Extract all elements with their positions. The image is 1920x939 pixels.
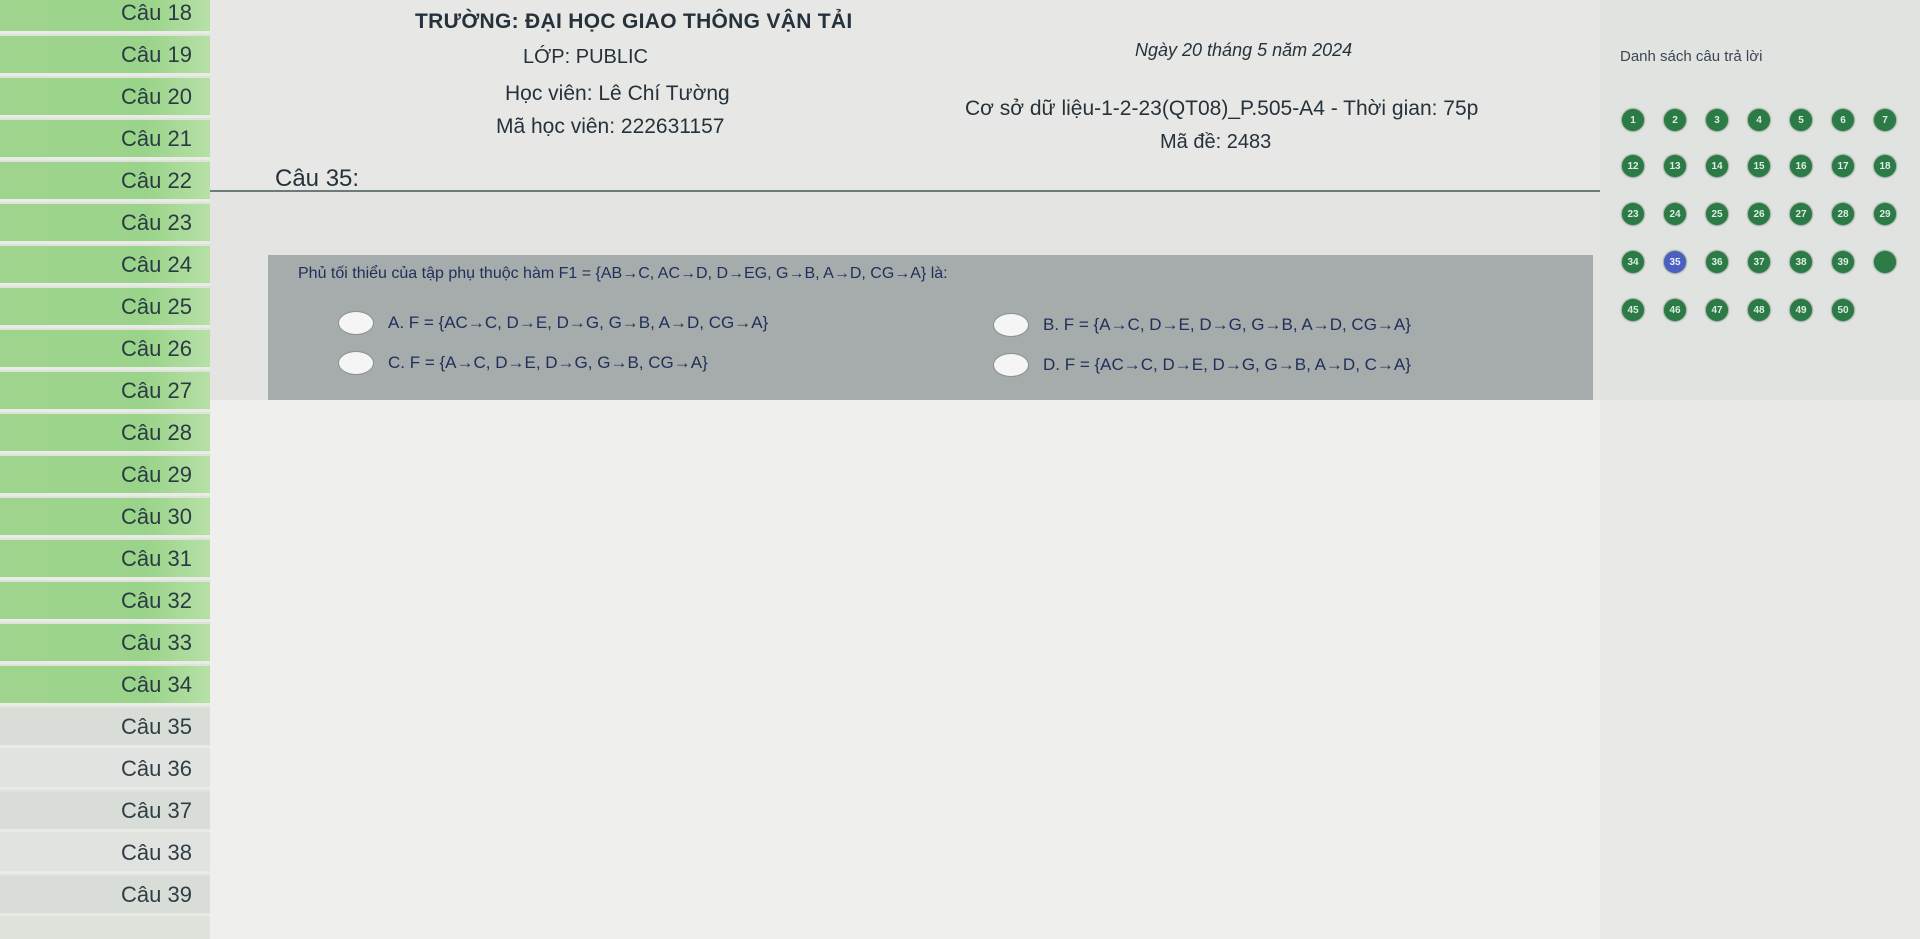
- exam-name: Cơ sở dữ liệu-1-2-23(QT08)_P.505-A4 - Th…: [965, 97, 1479, 120]
- sidebar-question-item[interactable]: Câu 24: [0, 246, 210, 286]
- sidebar-question-item[interactable]: Câu 23: [0, 204, 210, 244]
- answer-dot[interactable]: 16: [1790, 155, 1812, 177]
- school-name: TRƯỜNG: ĐẠI HỌC GIAO THÔNG VẬN TẢI: [415, 10, 853, 33]
- answer-dot[interactable]: [1874, 251, 1896, 273]
- option-d-label: D. F = {AC→C, D→E, D→G, G→B, A→D, C→A}: [1043, 355, 1411, 374]
- sidebar-question-item[interactable]: Câu 19: [0, 36, 210, 76]
- answer-dot[interactable]: 1: [1622, 109, 1644, 131]
- question-title: Câu 35:: [275, 165, 360, 192]
- sidebar-question-item[interactable]: Câu 18: [0, 0, 210, 34]
- option-a-radio[interactable]: [338, 311, 374, 335]
- answer-dot[interactable]: 3: [1706, 109, 1728, 131]
- answer-dot[interactable]: 39: [1832, 251, 1854, 273]
- option-c-label: C. F = {A→C, D→E, D→G, G→B, CG→A}: [388, 353, 708, 372]
- content-area: [210, 400, 1600, 939]
- option-c-radio[interactable]: [338, 351, 374, 375]
- sidebar-question-item[interactable]: Câu 26: [0, 330, 210, 370]
- sidebar-question-item[interactable]: Câu 25: [0, 288, 210, 328]
- sidebar-question-item[interactable]: Câu 32: [0, 582, 210, 622]
- answer-dot[interactable]: 45: [1622, 299, 1644, 321]
- exam-code: Mã đề: 2483: [1160, 131, 1272, 153]
- student-id: Mã học viên: 222631157: [496, 115, 725, 138]
- answer-dot[interactable]: 50: [1832, 299, 1854, 321]
- sidebar-question-item[interactable]: Câu 33: [0, 624, 210, 664]
- option-b-label: B. F = {A→C, D→E, D→G, G→B, A→D, CG→A}: [1043, 315, 1411, 334]
- answer-dot[interactable]: 27: [1790, 203, 1812, 225]
- sidebar-question-item[interactable]: Câu 36: [0, 750, 210, 790]
- sidebar-question-item[interactable]: Câu 37: [0, 792, 210, 832]
- answer-dot[interactable]: 7: [1874, 109, 1896, 131]
- answer-dot[interactable]: 35: [1664, 251, 1686, 273]
- question-stem: Phủ tối thiểu của tập phụ thuộc hàm F1 =…: [298, 265, 948, 282]
- student-name: Học viên: Lê Chí Tường: [505, 82, 730, 105]
- right-blank-area: [1600, 400, 1920, 939]
- option-d-radio[interactable]: [993, 353, 1029, 377]
- class-name: LỚP: PUBLIC: [523, 46, 648, 68]
- answer-dot[interactable]: 23: [1622, 203, 1644, 225]
- sidebar-question-item[interactable]: Câu 29: [0, 456, 210, 496]
- sidebar-question-item[interactable]: Câu 20: [0, 78, 210, 118]
- answer-dot[interactable]: 48: [1748, 299, 1770, 321]
- answer-dot[interactable]: 4: [1748, 109, 1770, 131]
- answer-dot[interactable]: 34: [1622, 251, 1644, 273]
- answer-list-panel: Danh sách câu trả lời 1 2 3 4 5 6 7 12 13 14 15 16 1…: [1600, 0, 1920, 400]
- sidebar-question-item[interactable]: Câu 21: [0, 120, 210, 160]
- exam-header: TRƯỜNG: ĐẠI HỌC GIAO THÔNG VẬN TẢI LỚP: …: [210, 0, 1600, 192]
- option-a-label: A. F = {AC→C, D→E, D→G, G→B, A→D, CG→A}: [388, 313, 769, 332]
- answer-dot[interactable]: 24: [1664, 203, 1686, 225]
- answer-dot[interactable]: 14: [1706, 155, 1728, 177]
- answer-dot[interactable]: 17: [1832, 155, 1854, 177]
- option-b-radio[interactable]: [993, 313, 1029, 337]
- option-d[interactable]: D. F = {AC→C, D→E, D→G, G→B, A→D, C→A}: [993, 353, 1411, 377]
- answer-dot[interactable]: 12: [1622, 155, 1644, 177]
- answer-dot[interactable]: 15: [1748, 155, 1770, 177]
- sidebar-question-item[interactable]: Câu 27: [0, 372, 210, 412]
- option-a[interactable]: A. F = {AC→C, D→E, D→G, G→B, A→D, CG→A}: [338, 311, 768, 335]
- sidebar-question-item[interactable]: Câu 39: [0, 876, 210, 916]
- sidebar-question-item[interactable]: Câu 38: [0, 834, 210, 874]
- answer-dot[interactable]: 37: [1748, 251, 1770, 273]
- sidebar-question-item[interactable]: Câu 30: [0, 498, 210, 538]
- answer-dot[interactable]: 26: [1748, 203, 1770, 225]
- option-b[interactable]: B. F = {A→C, D→E, D→G, G→B, A→D, CG→A}: [993, 313, 1411, 337]
- answer-dot[interactable]: 25: [1706, 203, 1728, 225]
- sidebar-question-item[interactable]: Câu 34: [0, 666, 210, 706]
- answer-dot[interactable]: 46: [1664, 299, 1686, 321]
- answer-dot[interactable]: 49: [1790, 299, 1812, 321]
- answer-dot[interactable]: 36: [1706, 251, 1728, 273]
- answer-dot[interactable]: 38: [1790, 251, 1812, 273]
- question-panel: Phủ tối thiểu của tập phụ thuộc hàm F1 =…: [268, 255, 1593, 400]
- sidebar-question-item[interactable]: Câu 35: [0, 708, 210, 748]
- answer-dot[interactable]: 13: [1664, 155, 1686, 177]
- answer-dot[interactable]: 6: [1832, 109, 1854, 131]
- answer-dot[interactable]: 5: [1790, 109, 1812, 131]
- question-list-sidebar: Câu 18 Câu 19 Câu 20 Câu 21 Câu 22 Câu 23 Câu …: [0, 0, 210, 939]
- answer-dot[interactable]: 18: [1874, 155, 1896, 177]
- answer-dot[interactable]: 47: [1706, 299, 1728, 321]
- answer-dot[interactable]: 28: [1832, 203, 1854, 225]
- answer-dot[interactable]: 2: [1664, 109, 1686, 131]
- exam-date: Ngày 20 tháng 5 năm 2024: [1135, 40, 1353, 60]
- sidebar-question-item[interactable]: Câu 22: [0, 162, 210, 202]
- sidebar-question-item[interactable]: Câu 28: [0, 414, 210, 454]
- answer-dot[interactable]: 29: [1874, 203, 1896, 225]
- option-c[interactable]: C. F = {A→C, D→E, D→G, G→B, CG→A}: [338, 351, 708, 375]
- answer-list-title: Danh sách câu trả lời: [1620, 48, 1763, 65]
- sidebar-question-item[interactable]: Câu 31: [0, 540, 210, 580]
